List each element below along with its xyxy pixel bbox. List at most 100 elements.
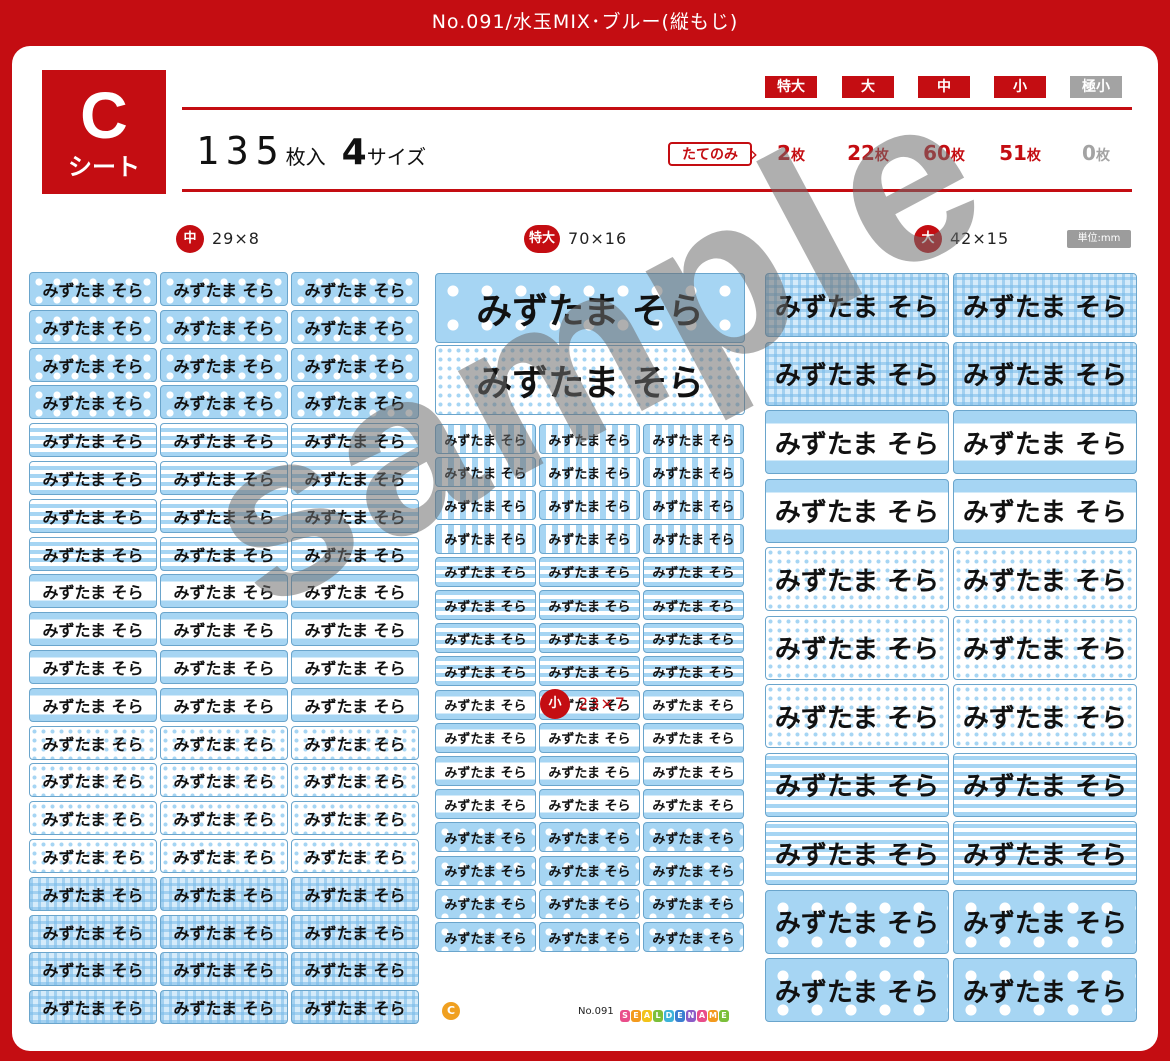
name-label: みずたま そら: [435, 590, 536, 620]
size-tab-s: 小: [994, 76, 1046, 98]
name-label-text: みずたま そら: [304, 432, 406, 452]
name-label-text: みずたま そら: [548, 632, 631, 648]
page-frame: No.091/水玉MIX･ブルー(縦もじ) C シート 特大 大 中 小 極小 …: [0, 0, 1170, 1061]
name-label-text: みずたま そら: [548, 566, 631, 582]
name-label-text: みずたま そら: [173, 394, 275, 414]
name-label-text: みずたま そら: [444, 765, 527, 781]
name-label: みずたま そら: [435, 689, 536, 720]
name-label-text: みずたま そら: [444, 566, 527, 582]
name-label: みずたま そら: [539, 623, 640, 654]
name-label-text: みずたま そら: [173, 356, 275, 376]
name-label: みずたま そら: [435, 855, 536, 886]
size-tab-m: 中: [918, 76, 970, 98]
name-label: みずたま そら: [29, 536, 157, 571]
name-label-text: みずたま そら: [444, 798, 527, 814]
column-header-large: 大 42×15: [914, 224, 1009, 253]
name-label-text: みずたま そら: [548, 466, 631, 482]
name-label: みずたま そら: [29, 763, 157, 798]
brand-letter: E: [719, 1010, 729, 1022]
name-label-text: みずたま そら: [304, 470, 406, 489]
name-label-text: みずたま そら: [774, 840, 940, 871]
name-label: みずたま そら: [643, 457, 744, 488]
name-label-text: みずたま そら: [304, 810, 406, 830]
footer-number: No.091: [578, 1006, 614, 1017]
name-label: みずたま そら: [291, 536, 419, 571]
name-label-text: みずたま そら: [652, 665, 735, 681]
name-label: みずたま そら: [539, 556, 640, 587]
name-label-text: みずたま そら: [444, 466, 527, 482]
name-label-text: みずたま そら: [774, 977, 940, 1008]
name-label: みずたま そら: [160, 272, 288, 306]
size-badge: 小: [540, 688, 570, 719]
name-label-text: みずたま そら: [304, 772, 406, 792]
name-label-text: みずたま そら: [42, 734, 144, 754]
name-label: みずたま そら: [435, 922, 536, 952]
name-label: みずたま そら: [291, 725, 419, 760]
name-label: みずたま そら: [160, 952, 288, 987]
name-label-text: みずたま そら: [304, 507, 406, 527]
name-label-text: みずたま そら: [173, 848, 275, 867]
name-label-text: みずたま そら: [652, 499, 735, 515]
sheet-letter: C: [80, 78, 128, 152]
name-label: みずたま そら: [435, 656, 536, 687]
name-label: みずたま そら: [539, 457, 640, 488]
brand-letter: M: [708, 1010, 718, 1022]
name-label-text: みずたま そら: [42, 659, 144, 678]
name-label: みずたま そら: [435, 273, 745, 343]
name-label: みずたま そら: [643, 623, 744, 654]
name-label-text: みずたま そら: [548, 898, 631, 914]
name-label-text: みずたま そら: [774, 635, 940, 665]
name-label-text: みずたま そら: [962, 703, 1128, 734]
name-label-text: みずたま そら: [962, 772, 1128, 802]
name-label-text: みずたま そら: [444, 898, 527, 914]
brand-letter: E: [675, 1010, 685, 1022]
product-title: No.091/水玉MIX･ブルー(縦もじ): [431, 11, 739, 33]
brand-letter: S: [620, 1010, 630, 1022]
column-header-xlarge: 特大 70×16: [524, 224, 627, 253]
name-label: みずたま そら: [435, 345, 745, 415]
name-label-text: みずたま そら: [304, 583, 406, 603]
name-label-text: みずたま そら: [173, 734, 275, 754]
name-label: みずたま そら: [29, 952, 157, 987]
name-label-text: みずたま そら: [548, 433, 631, 449]
name-label-text: みずたま そら: [774, 909, 940, 939]
name-label: みずたま そら: [539, 656, 640, 687]
name-label: みずたま そら: [29, 423, 157, 458]
name-label-text: みずたま そら: [304, 885, 406, 905]
name-label-text: みずたま そら: [304, 318, 406, 338]
name-label: みずたま そら: [643, 722, 744, 753]
name-label: みずたま そら: [160, 498, 288, 533]
name-label-text: みずたま そら: [304, 659, 406, 678]
name-label-text: みずたま そら: [444, 665, 527, 681]
name-label: みずたま そら: [291, 423, 419, 458]
name-label-text: みずたま そら: [962, 840, 1128, 871]
name-label: みずたま そら: [953, 821, 1137, 885]
name-label-text: みずたま そら: [548, 865, 631, 881]
brand-letter: A: [697, 1010, 707, 1022]
name-label-text: みずたま そら: [42, 318, 144, 338]
name-label: みずたま そら: [643, 424, 744, 454]
name-label-text: みずたま そら: [774, 361, 940, 391]
brand-logo: SEALDENAME: [620, 1003, 730, 1022]
name-label-text: みずたま そら: [962, 498, 1128, 528]
name-label: みずたま そら: [160, 687, 288, 722]
name-label-text: みずたま そら: [304, 848, 406, 867]
name-label: みずたま そら: [291, 763, 419, 798]
name-label-text: みずたま そら: [444, 632, 527, 648]
name-label-text: みずたま そら: [304, 545, 406, 565]
name-label: みずたま そら: [160, 309, 288, 344]
name-label: みずたま そら: [643, 789, 744, 820]
name-label-text: みずたま そら: [42, 848, 144, 867]
name-label: みずたま そら: [160, 725, 288, 760]
name-label: みずたま そら: [291, 347, 419, 382]
name-label-text: みずたま そら: [652, 831, 735, 847]
name-label-text: みずたま そら: [173, 659, 275, 678]
name-label: みずたま そら: [29, 385, 157, 420]
name-label: みずたま そら: [435, 822, 536, 853]
brand-letter: N: [686, 1010, 696, 1022]
name-label: みずたま そら: [539, 523, 640, 554]
name-label: みずたま そら: [435, 623, 536, 654]
name-label-text: みずたま そら: [444, 499, 527, 515]
name-label: みずたま そら: [539, 424, 640, 454]
name-label: みずたま そら: [953, 341, 1137, 406]
